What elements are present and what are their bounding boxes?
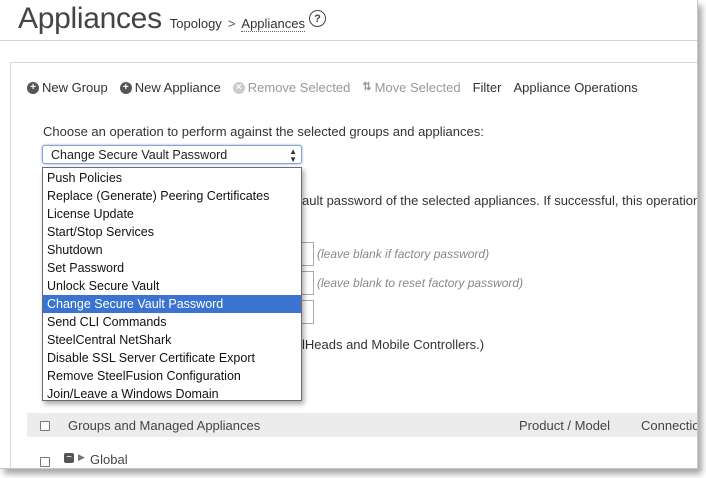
dropdown-option[interactable]: Disable SSL Server Certificate Export [43,349,301,367]
new-group-label: New Group [42,80,108,95]
operation-dropdown-list: Push Policies Replace (Generate) Peering… [42,167,302,401]
dropdown-option[interactable]: Unlock Secure Vault [43,277,301,295]
header-divider [0,40,697,41]
breadcrumb-appliances[interactable]: Appliances [241,16,306,32]
move-arrows-icon: ⇅ [362,81,372,93]
move-selected-label: Move Selected [374,80,461,95]
filter-button[interactable]: Filter [473,80,502,95]
operation-description: ault password of the selected appliances… [302,193,698,208]
window-frame: Appliances Topology > Appliances ? + New… [0,0,698,469]
column-groups[interactable]: Groups and Managed Appliances [68,418,260,433]
dropdown-option[interactable]: Push Policies [43,169,301,187]
row-checkbox[interactable] [40,457,50,467]
operation-prompt: Choose an operation to perform against t… [43,124,484,139]
new-appliance-label: New Appliance [134,80,221,95]
operation-selected-value: Change Secure Vault Password [51,147,228,162]
current-password-hint: (leave blank if factory password) [317,247,490,261]
page-title: Appliances [18,2,162,35]
select-all-checkbox[interactable] [40,421,50,431]
plus-circle-icon: + [27,81,39,94]
help-icon[interactable]: ? [309,10,326,27]
dropdown-option-selected[interactable]: Change Secure Vault Password [43,295,301,313]
plus-circle-icon: + [119,81,132,94]
dropdown-option[interactable]: Join/Leave a Windows Domain [43,385,301,403]
toolbar: + New Group + New Appliance × Remove Sel… [27,80,650,95]
dropdown-option[interactable]: Replace (Generate) Peering Certificates [43,187,301,205]
remove-selected-label: Remove Selected [247,80,351,95]
remove-selected-button[interactable]: × Remove Selected [232,80,351,95]
column-connection[interactable]: Connection [641,418,697,433]
operation-note: lHeads and Mobile Controllers.) [302,337,485,352]
breadcrumb-topology[interactable]: Topology [170,16,222,31]
remove-circle-icon: × [232,81,245,94]
breadcrumb: Topology > Appliances [170,16,306,32]
breadcrumb-separator: > [227,16,236,31]
dropdown-option[interactable]: Remove SteelFusion Configuration [43,367,301,385]
new-group-button[interactable]: + New Group [27,80,108,95]
global-group-label[interactable]: Global [90,452,128,467]
triangle-right-icon[interactable]: ▶ [78,452,85,463]
dropdown-option[interactable]: Shutdown [43,241,301,259]
filter-label: Filter [472,80,502,95]
dropdown-option[interactable]: License Update [43,205,301,223]
appliance-operations-label: Appliance Operations [513,80,638,95]
dropdown-option[interactable]: Start/Stop Services [43,223,301,241]
collapse-icon[interactable]: − [64,453,74,463]
operation-select[interactable]: Change Secure Vault Password ▲ ▼ [42,145,302,164]
column-product-model[interactable]: Product / Model [519,418,610,433]
new-password-hint: (leave blank to reset factory password) [317,276,524,290]
dropdown-option[interactable]: SteelCentral NetShark [43,331,301,349]
new-appliance-button[interactable]: + New Appliance [119,80,221,95]
appliance-operations-tab[interactable]: Appliance Operations [513,80,637,95]
title-row: Appliances Topology > Appliances [18,2,306,40]
table-row: − ▶ Global [27,448,697,468]
table-header: Groups and Managed Appliances Product / … [27,413,697,437]
dropdown-option[interactable]: Set Password [43,259,301,277]
dropdown-option[interactable]: Send CLI Commands [43,313,301,331]
select-arrows-icon: ▲ ▼ [289,147,297,164]
move-selected-button[interactable]: ⇅ Move Selected [362,80,460,95]
